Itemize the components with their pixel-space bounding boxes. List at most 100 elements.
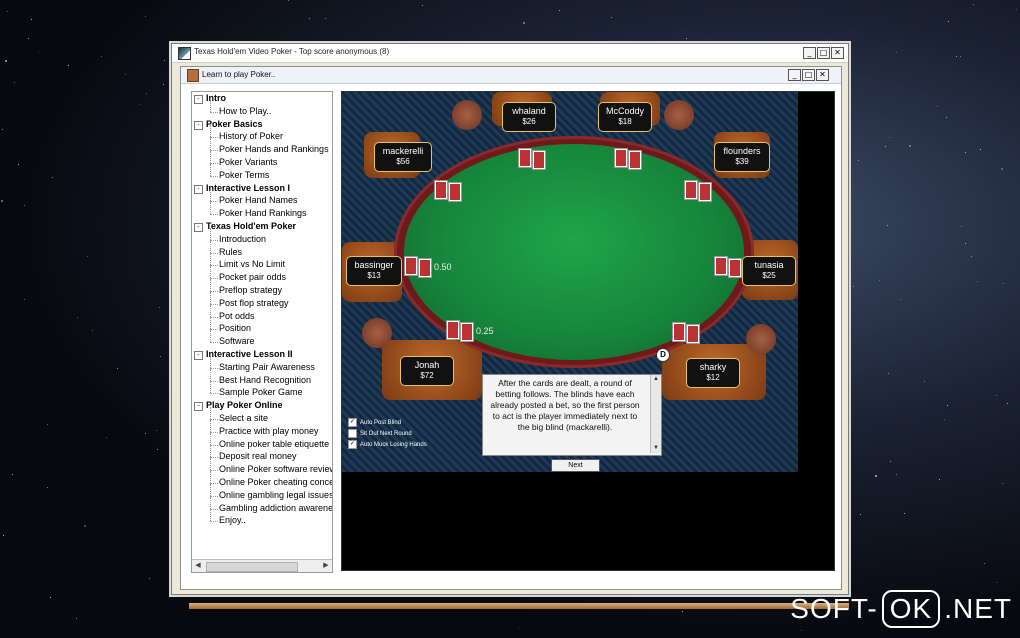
scroll-up-arrow-icon[interactable]: ▲ xyxy=(651,375,661,384)
player-mackerelli[interactable]: mackerelli $56 xyxy=(374,142,432,172)
tree-item[interactable]: Preflop strategy xyxy=(219,284,282,297)
tree-connector xyxy=(210,508,218,510)
tree-category[interactable]: Play Poker Online xyxy=(206,399,283,412)
expand-collapse-icon[interactable]: - xyxy=(194,402,203,412)
tree-category[interactable]: Interactive Lesson I xyxy=(206,182,290,195)
lesson-title: Learn to play Poker.. xyxy=(202,70,276,79)
tree-connector xyxy=(210,137,218,139)
star xyxy=(288,0,289,1)
dealer-button: D xyxy=(656,348,670,362)
expand-collapse-icon[interactable]: - xyxy=(194,120,203,130)
close-button[interactable]: ✕ xyxy=(831,47,844,59)
expand-collapse-icon[interactable]: - xyxy=(194,223,203,232)
tree-item[interactable]: Online Poker cheating concerns xyxy=(219,476,332,489)
maximize-button[interactable]: □ xyxy=(817,47,830,59)
tree-item[interactable]: Select a site xyxy=(219,412,268,425)
scroll-thumb[interactable] xyxy=(206,562,298,572)
player-jonah[interactable]: Jonah $72 xyxy=(400,356,454,386)
expand-collapse-icon[interactable]: - xyxy=(194,95,203,104)
tree-item[interactable]: Poker Hand Rankings xyxy=(219,207,307,220)
star xyxy=(965,243,966,244)
player-whaland[interactable]: whaland $26 xyxy=(502,102,556,132)
tree-item[interactable]: Software xyxy=(219,335,255,348)
tree-category[interactable]: Interactive Lesson II xyxy=(206,348,293,361)
message-scrollbar[interactable]: ▲ ▼ xyxy=(650,375,661,453)
tree-connector xyxy=(210,278,218,280)
tree-connector xyxy=(210,496,211,509)
star xyxy=(68,65,69,66)
scroll-down-arrow-icon[interactable]: ▼ xyxy=(651,444,661,453)
checkbox[interactable]: ✓ xyxy=(348,440,357,449)
tree-item[interactable]: Practice with play money xyxy=(219,425,319,438)
tree-item[interactable]: Online gambling legal issues xyxy=(219,489,332,502)
tree-connector xyxy=(210,444,218,446)
expand-collapse-icon[interactable]: - xyxy=(194,184,203,194)
card-back xyxy=(672,322,686,342)
tree-item[interactable]: Poker Hand Names xyxy=(219,194,298,207)
card-back xyxy=(404,256,418,276)
tree-item[interactable]: Enjoy.. xyxy=(219,514,246,527)
tree-category[interactable]: Texas Hold'em Poker xyxy=(206,220,296,233)
option-auto-muck[interactable]: ✓ Auto Muck Losing Hands xyxy=(348,439,427,450)
tree-item[interactable]: Poker Variants xyxy=(219,156,277,169)
scroll-left-arrow-icon[interactable]: ◀ xyxy=(193,561,203,571)
checkbox[interactable]: ✓ xyxy=(348,418,357,427)
star xyxy=(139,104,140,105)
tree-item[interactable]: Poker Hands and Rankings xyxy=(219,143,329,156)
scroll-right-arrow-icon[interactable]: ▶ xyxy=(321,561,331,571)
star xyxy=(156,430,157,431)
star xyxy=(900,299,901,300)
tree-item[interactable]: Deposit real money xyxy=(219,450,297,463)
tree-item[interactable]: Starting Pair Awareness xyxy=(219,361,315,374)
tree-category[interactable]: Poker Basics xyxy=(206,118,263,131)
tree-item[interactable]: Limit vs No Limit xyxy=(219,258,285,271)
tree-item[interactable]: Poker Terms xyxy=(219,169,269,182)
player-flounders[interactable]: flounders $39 xyxy=(714,142,770,172)
player-mccoddy[interactable]: McCoddy $18 xyxy=(598,102,652,132)
tree-item[interactable]: Post flop strategy xyxy=(219,297,289,310)
tree-item[interactable]: Pot odds xyxy=(219,310,255,323)
star xyxy=(145,433,146,434)
tree-item[interactable]: Rules xyxy=(219,246,242,259)
tree-category[interactable]: Intro xyxy=(206,92,226,105)
lesson-tree[interactable]: ◀ ▶ Intro - How to Play.. Poker Basics - Hist… xyxy=(191,91,333,573)
star xyxy=(87,256,88,257)
player-bassinger[interactable]: bassinger $13 xyxy=(346,256,402,286)
lesson-minimize-button[interactable]: _ xyxy=(788,69,801,81)
next-button[interactable]: Next xyxy=(551,459,600,472)
star xyxy=(984,563,985,564)
tree-item[interactable]: How to Play.. xyxy=(219,105,271,118)
star xyxy=(518,628,519,629)
star xyxy=(146,93,147,94)
checkbox[interactable] xyxy=(348,429,357,438)
tree-item[interactable]: Gambling addiction awareness xyxy=(219,502,332,515)
tree-item[interactable]: Position xyxy=(219,322,251,335)
lesson-message-box[interactable]: After the cards are dealt, a round of be… xyxy=(482,374,662,456)
tree-item[interactable]: Online Poker software review xyxy=(219,463,332,476)
option-auto-post-blind[interactable]: ✓ Auto Post Blind xyxy=(348,417,427,428)
lesson-close-button[interactable]: ✕ xyxy=(816,69,829,81)
tree-item[interactable]: Online poker table etiquette xyxy=(219,438,329,451)
tree-item[interactable]: Pocket pair odds xyxy=(219,271,286,284)
star xyxy=(325,18,326,19)
tree-item[interactable]: Sample Poker Game xyxy=(219,386,303,399)
tree-item[interactable]: History of Poker xyxy=(219,130,283,143)
expand-collapse-icon[interactable]: - xyxy=(194,351,203,360)
player-sharky[interactable]: sharky $12 xyxy=(686,358,740,388)
star xyxy=(858,160,859,161)
star xyxy=(422,5,423,6)
tree-connector xyxy=(210,393,218,395)
minimize-button[interactable]: _ xyxy=(803,47,816,59)
player-tunasia[interactable]: tunasia $25 xyxy=(742,256,796,286)
star xyxy=(937,106,938,107)
lesson-titlebar[interactable]: Learn to play Poker.. _ □ ✕ xyxy=(181,67,841,84)
tree-item[interactable]: Best Hand Recognition xyxy=(219,374,311,387)
window-titlebar[interactable]: Texas Hold'em Video Poker - Top score an… xyxy=(172,44,848,63)
tree-connector xyxy=(210,265,218,267)
star xyxy=(956,56,957,57)
tree-horizontal-scrollbar[interactable]: ◀ ▶ xyxy=(192,559,332,572)
option-sit-out-next-round[interactable]: Sit Out Next Round xyxy=(348,428,427,439)
tree-connector xyxy=(210,483,218,484)
lesson-maximize-button[interactable]: □ xyxy=(802,69,815,81)
tree-item[interactable]: Introduction xyxy=(219,233,266,246)
